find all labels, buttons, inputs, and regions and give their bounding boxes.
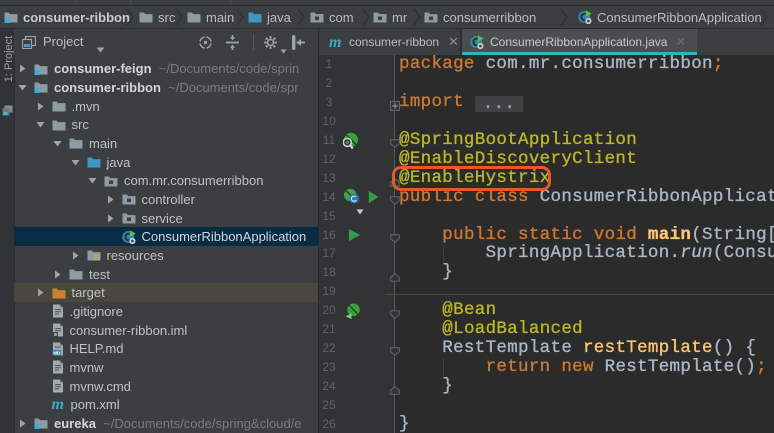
svg-text:MD: MD [53, 350, 61, 355]
